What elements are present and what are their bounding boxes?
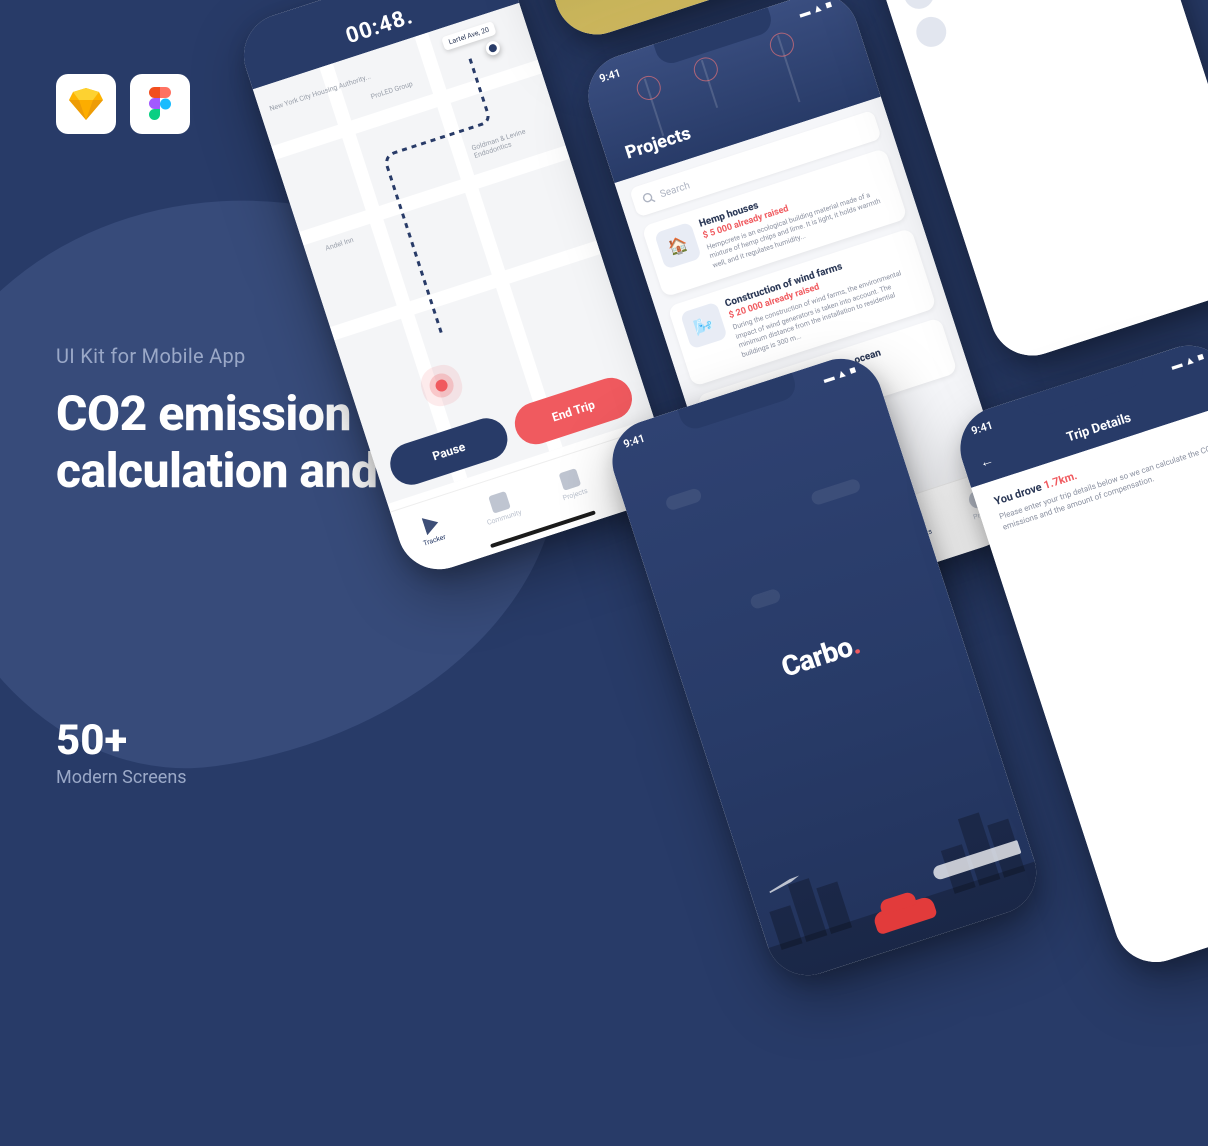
map-label: New York City Housing Authority... [269,73,372,113]
map-label: ProLED Group [370,80,414,101]
figma-icon [149,87,171,121]
location-end-pin[interactable] [484,39,502,57]
count-sub: Modern Screens [56,767,187,788]
tab-label: Community [486,508,523,527]
tab-label: Tracker [422,533,447,548]
status-icons: ▬ ▲ ■ [1169,350,1205,373]
search-placeholder: Search [659,180,692,200]
sketch-icon [69,88,103,120]
cloud-icon [810,478,862,507]
play-icon [418,514,441,537]
avatar-list [900,0,1154,51]
sketch-badge [56,74,116,134]
windmill-icon [777,35,801,102]
figma-badge [130,74,190,134]
cloud-icon [664,487,703,511]
map-label: Andel Inn [324,236,354,253]
back-button[interactable]: ← [977,451,996,471]
avatar[interactable] [900,0,938,13]
windmill-icon [701,60,718,108]
count-number: 50+ [56,716,187,765]
map-road [299,145,570,245]
tab-tracker[interactable]: Tracker [416,513,447,548]
project-thumb: 🏠 [654,222,702,270]
projects-title: Projects [623,123,694,164]
tool-badges [56,74,190,134]
people-icon [488,491,511,514]
screens-count: 50+ Modern Screens [56,716,187,788]
list-icon [559,468,582,491]
status-icons: ▬ ▲ ■ [797,0,833,20]
tab-projects[interactable]: Projects [555,467,588,503]
status-time: 9:41 [970,419,995,438]
status-time: 9:41 [598,66,623,85]
project-thumb: 🌬️ [680,302,728,350]
windmill-icon [644,78,664,136]
cloud-icon [749,588,782,611]
avatar[interactable] [912,13,950,51]
tab-community[interactable]: Community [480,488,523,527]
map-road [330,241,601,341]
search-icon [641,191,656,206]
